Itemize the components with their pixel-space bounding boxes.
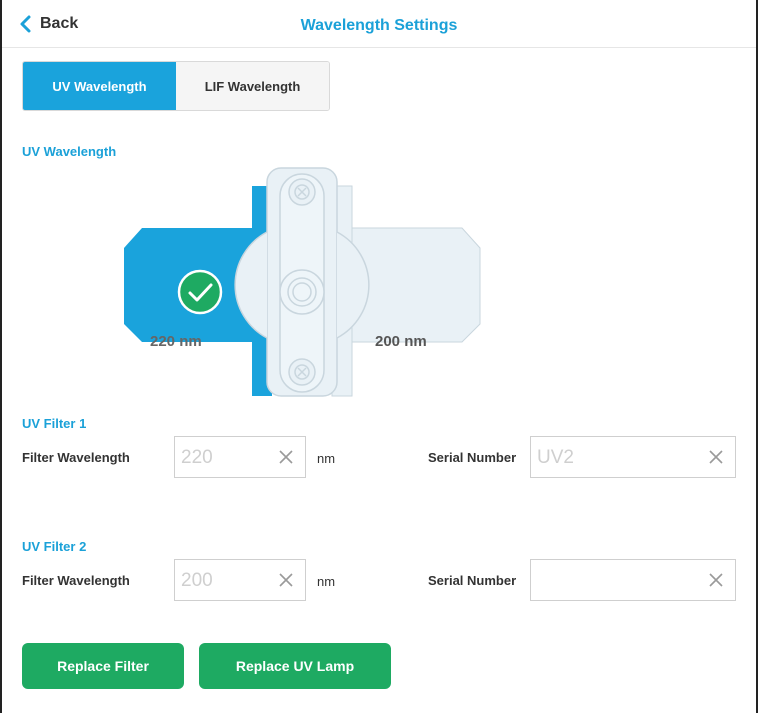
clear-icon[interactable] — [707, 571, 725, 589]
filter-1-unit: nm — [317, 451, 336, 466]
tab-lif-wavelength[interactable]: LIF Wavelength — [176, 62, 329, 110]
page-title: Wavelength Settings — [300, 17, 458, 34]
filter-2-wavelength-value: 200 — [181, 570, 213, 591]
filter-1-serial-input[interactable]: UV2 — [530, 436, 736, 478]
clear-icon[interactable] — [277, 448, 295, 466]
uv-filter-2-heading: UV Filter 2 — [22, 539, 87, 554]
filter-2-unit: nm — [317, 574, 336, 589]
filter-220-label: 220 nm — [150, 333, 202, 350]
filter-2-serial-input[interactable] — [530, 559, 736, 601]
uv-filter-1-heading: UV Filter 1 — [22, 416, 87, 431]
filter-1-serial-value: UV2 — [537, 447, 574, 468]
filter-2-wavelength-input[interactable]: 200 — [174, 559, 306, 601]
filter-1-wavelength-value: 220 — [181, 447, 213, 468]
replace-filter-button[interactable]: Replace Filter — [22, 643, 184, 689]
filter-1-wavelength-label: Filter Wavelength — [22, 450, 130, 465]
app-window: Back Wavelength Settings UV Wavelength L… — [0, 0, 758, 713]
filter-1-serial-label: Serial Number — [428, 450, 517, 465]
filter-1-wavelength-input[interactable]: 220 — [174, 436, 306, 478]
filter-200-label: 200 nm — [375, 333, 427, 350]
header-bar: Back Wavelength Settings — [2, 0, 756, 48]
uv-wavelength-heading: UV Wavelength — [22, 144, 117, 159]
center-hub-icon — [279, 269, 325, 315]
wavelength-tabs: UV Wavelength LIF Wavelength — [22, 61, 330, 111]
filter-wheel-graphic[interactable]: 220 nm 200 nm — [122, 166, 482, 398]
selected-check-icon — [177, 269, 223, 315]
replace-uv-lamp-button[interactable]: Replace UV Lamp — [199, 643, 391, 689]
tab-uv-wavelength[interactable]: UV Wavelength — [23, 62, 176, 110]
filter-2-wavelength-label: Filter Wavelength — [22, 573, 130, 588]
clear-icon[interactable] — [277, 571, 295, 589]
clear-icon[interactable] — [707, 448, 725, 466]
filter-2-serial-label: Serial Number — [428, 573, 517, 588]
